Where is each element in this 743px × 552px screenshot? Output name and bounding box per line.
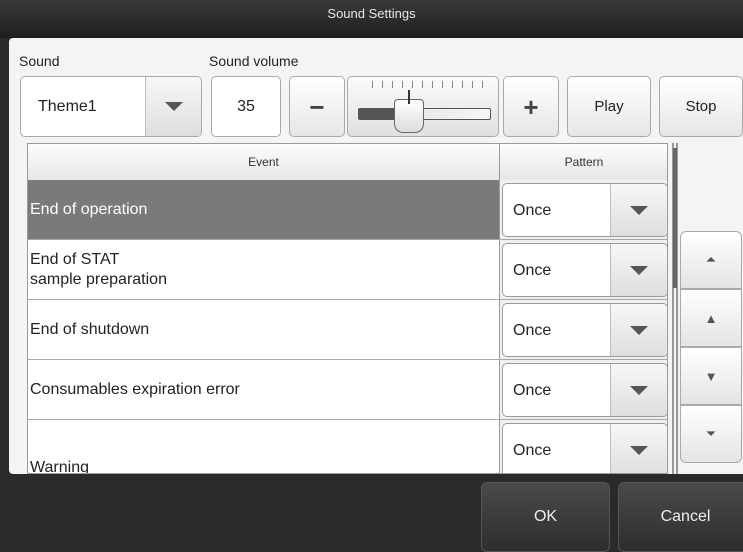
pattern-value: Once bbox=[513, 322, 552, 339]
cancel-button[interactable]: Cancel bbox=[618, 482, 743, 552]
event-name: Consumables expiration error bbox=[30, 381, 240, 398]
chevron-down-icon: ▼ bbox=[704, 368, 718, 384]
scroll-bottom-button[interactable]: ⏷ bbox=[680, 405, 742, 463]
sound-volume-label: Sound volume bbox=[209, 53, 299, 69]
pattern-cell: Once bbox=[499, 180, 667, 239]
sound-select-dropdown-button[interactable] bbox=[145, 77, 201, 136]
event-name: End of STAT sample preparation bbox=[30, 251, 167, 288]
pattern-column-header: Pattern bbox=[564, 155, 604, 169]
pattern-dropdown-button[interactable] bbox=[610, 304, 667, 356]
table-row[interactable]: End of STAT sample preparation Once bbox=[28, 240, 667, 300]
double-chevron-up-icon: ⏶ bbox=[705, 252, 717, 267]
chevron-down-icon bbox=[630, 445, 648, 455]
table-row[interactable]: End of operation Once bbox=[28, 180, 667, 240]
event-name: Warning bbox=[30, 459, 89, 474]
scroll-down-button[interactable]: ▼ bbox=[680, 347, 742, 405]
volume-decrease-button[interactable]: − bbox=[289, 76, 345, 137]
slider-track bbox=[358, 108, 491, 120]
event-name: End of operation bbox=[30, 201, 148, 218]
pattern-dropdown-button[interactable] bbox=[610, 184, 667, 236]
slider-ticks bbox=[372, 81, 486, 88]
pattern-dropdown-button[interactable] bbox=[610, 244, 667, 296]
sound-label: Sound bbox=[19, 53, 60, 69]
table-row[interactable]: Warning Once bbox=[28, 420, 667, 474]
pattern-cell: Once bbox=[499, 300, 667, 359]
stop-button[interactable]: Stop bbox=[659, 76, 743, 137]
pattern-select[interactable]: Once bbox=[502, 183, 667, 237]
sound-select[interactable]: Theme1 bbox=[20, 76, 202, 137]
volume-slider[interactable] bbox=[347, 76, 499, 137]
slider-thumb[interactable] bbox=[394, 90, 424, 133]
pattern-value: Once bbox=[513, 262, 552, 279]
chevron-down-icon bbox=[630, 325, 648, 335]
chevron-down-icon bbox=[630, 205, 648, 215]
pattern-cell: Once bbox=[499, 420, 667, 473]
chevron-down-icon bbox=[630, 385, 648, 395]
event-name: End of shutdown bbox=[30, 321, 150, 338]
plus-icon: + bbox=[523, 91, 539, 122]
minus-icon: − bbox=[309, 91, 325, 122]
chevron-down-icon bbox=[630, 265, 648, 275]
pattern-value: Once bbox=[513, 382, 552, 399]
table-row[interactable]: Consumables expiration error Once bbox=[28, 360, 667, 420]
ok-button[interactable]: OK bbox=[481, 482, 610, 552]
pattern-select[interactable]: Once bbox=[502, 243, 667, 297]
pattern-select[interactable]: Once bbox=[502, 363, 667, 417]
table-header: Event Pattern bbox=[28, 144, 667, 181]
window-title: Sound Settings bbox=[327, 6, 416, 21]
table-row[interactable]: End of shutdown Once bbox=[28, 300, 667, 360]
pattern-cell: Once bbox=[499, 360, 667, 419]
pattern-cell: Once bbox=[499, 240, 667, 299]
volume-increase-button[interactable]: + bbox=[503, 76, 559, 137]
pattern-value: Once bbox=[513, 202, 552, 219]
event-table: Event Pattern End of operation Once End … bbox=[27, 143, 668, 474]
pattern-select[interactable]: Once bbox=[502, 423, 667, 473]
sound-select-value: Theme1 bbox=[38, 98, 97, 115]
pattern-select[interactable]: Once bbox=[502, 303, 667, 357]
pattern-dropdown-button[interactable] bbox=[610, 424, 667, 473]
title-bar: Sound Settings bbox=[0, 0, 743, 38]
play-button[interactable]: Play bbox=[567, 76, 651, 137]
pattern-value: Once bbox=[513, 442, 552, 459]
chevron-down-icon bbox=[164, 102, 183, 111]
settings-panel: Sound Sound volume Theme1 35 − + Play St… bbox=[9, 38, 743, 474]
scroll-up-button[interactable]: ▲ bbox=[680, 289, 742, 347]
scroll-top-button[interactable]: ⏶ bbox=[680, 231, 742, 289]
chevron-up-icon: ▲ bbox=[704, 310, 718, 326]
pattern-dropdown-button[interactable] bbox=[610, 364, 667, 416]
volume-value: 35 bbox=[211, 76, 281, 137]
event-column-header: Event bbox=[28, 144, 500, 180]
scrollbar-thumb[interactable] bbox=[673, 148, 677, 288]
double-chevron-down-icon: ⏷ bbox=[705, 426, 717, 441]
